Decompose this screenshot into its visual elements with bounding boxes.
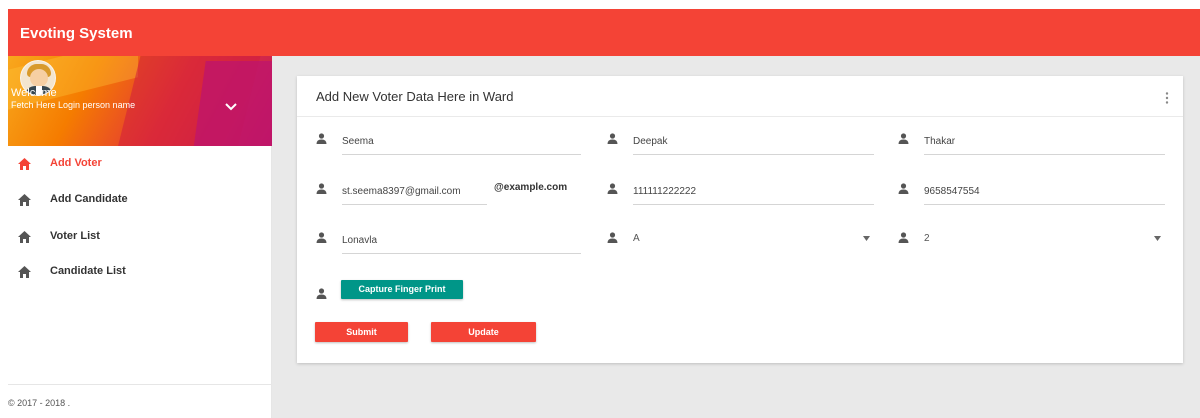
city-field <box>316 228 581 254</box>
person-icon <box>316 288 327 299</box>
login-person-name: Fetch Here Login person name <box>11 100 136 110</box>
sidebar-item-voter-list[interactable]: Voter List <box>8 222 272 252</box>
ward-select-field[interactable]: A <box>607 228 874 254</box>
page-title: Add New Voter Data Here in Ward <box>316 89 514 104</box>
email-input[interactable] <box>342 179 487 203</box>
home-icon <box>18 231 31 243</box>
sidebar-footer-divider <box>8 384 272 385</box>
home-icon <box>18 158 31 170</box>
ward-select-value: A <box>633 233 640 244</box>
sidebar-item-add-voter[interactable]: Add Voter <box>8 149 272 179</box>
booth-select-value: 2 <box>924 233 930 244</box>
more-vert-icon[interactable] <box>1165 92 1169 104</box>
sidebar-item-label: Candidate List <box>50 265 126 277</box>
id-number-input[interactable] <box>633 179 874 203</box>
sidebar-item-label: Voter List <box>50 230 100 242</box>
first-name-input[interactable] <box>342 129 581 153</box>
person-icon <box>316 232 327 243</box>
welcome-text: Welcome <box>11 87 57 99</box>
last-name-field <box>898 129 1165 155</box>
phone-field <box>898 179 1165 205</box>
person-icon <box>316 133 327 144</box>
phone-input[interactable] <box>924 179 1165 203</box>
chevron-down-icon <box>863 236 870 241</box>
person-icon <box>316 183 327 194</box>
sidebar-item-candidate-list[interactable]: Candidate List <box>8 257 272 287</box>
email-field: @example.com <box>316 179 586 205</box>
email-suffix: @example.com <box>494 182 568 193</box>
voter-form-card: Add New Voter Data Here in Ward <box>297 76 1183 363</box>
capture-finger-print-button[interactable]: Capture Finger Print <box>341 280 463 299</box>
copyright-text: © 2017 - 2018 . <box>8 398 71 408</box>
sidebar-item-add-candidate[interactable]: Add Candidate <box>8 185 272 215</box>
top-app-bar: Evoting System <box>8 9 1200 56</box>
person-icon <box>607 133 618 144</box>
person-icon <box>607 183 618 194</box>
first-name-field <box>316 129 581 155</box>
middle-name-field <box>607 129 874 155</box>
middle-name-input[interactable] <box>633 129 874 153</box>
app-title: Evoting System <box>20 25 133 42</box>
chevron-down-icon[interactable] <box>224 102 238 112</box>
person-icon <box>898 232 909 243</box>
person-icon <box>607 232 618 243</box>
update-button[interactable]: Update <box>431 322 536 342</box>
submit-button[interactable]: Submit <box>315 322 408 342</box>
city-input[interactable] <box>342 228 581 252</box>
person-icon <box>898 133 909 144</box>
card-header: Add New Voter Data Here in Ward <box>297 76 1183 117</box>
id-number-field <box>607 179 874 205</box>
last-name-input[interactable] <box>924 129 1165 153</box>
person-icon <box>898 183 909 194</box>
sidebar-item-label: Add Candidate <box>50 193 128 205</box>
booth-select-field[interactable]: 2 <box>898 228 1165 254</box>
home-icon <box>18 266 31 278</box>
home-icon <box>18 194 31 206</box>
sidebar-item-label: Add Voter <box>50 157 102 169</box>
chevron-down-icon <box>1154 236 1161 241</box>
